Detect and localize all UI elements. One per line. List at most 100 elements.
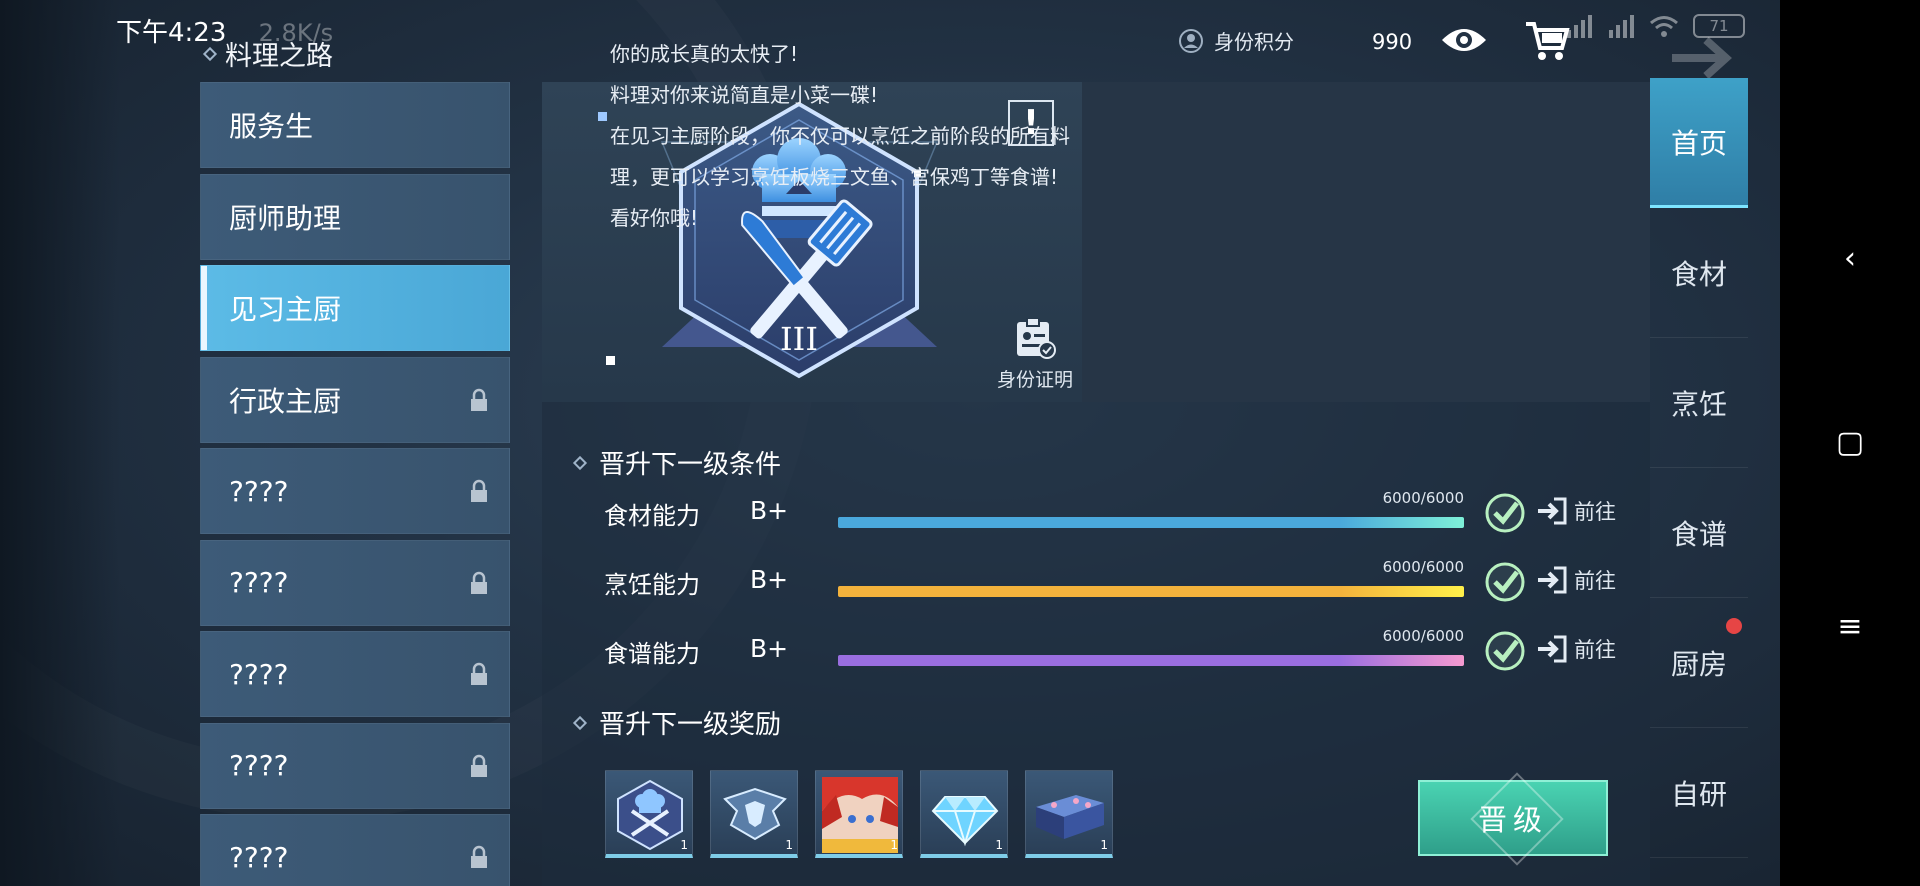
left-shade (0, 0, 120, 886)
rank-label: ???? (229, 474, 289, 508)
rank-item-trainee-chef[interactable]: 见习主厨 (200, 265, 510, 351)
condition-label: 食谱能力 (604, 640, 700, 668)
go-label: 前往 (1574, 569, 1616, 593)
rank-label: ???? (229, 566, 289, 599)
reward-item[interactable]: 1 (920, 770, 1008, 858)
tab-label: 自研 (1670, 777, 1727, 811)
tab-home[interactable]: 首页 (1650, 78, 1748, 208)
identity-label-text: 身份积分 (1214, 30, 1294, 54)
upgrade-button[interactable]: 晋级 (1418, 780, 1608, 856)
diamond-bullet-icon (572, 715, 588, 730)
reward-count: 1 (1100, 838, 1108, 852)
rank-label: ???? (229, 749, 289, 782)
condition-row-recipes: 食谱能力 B+ 6000/6000 前往 (604, 626, 1634, 676)
reward-count: 1 (995, 838, 1003, 852)
rank-description: 你的成长真的太快了! 料理对你来说简直是小菜一碟! 在见习主厨阶段，你不仅可以烹… (570, 34, 1090, 239)
android-nav-bar: ‹ ▢ ≡ (1780, 0, 1920, 886)
reward-item[interactable]: 1 (605, 770, 693, 858)
reward-count: 1 (785, 838, 793, 852)
rank-item-locked[interactable]: ???? (200, 448, 510, 534)
go-label: 前往 (1574, 500, 1616, 524)
diamond-icon (931, 796, 999, 847)
tab-label: 食材 (1670, 257, 1727, 291)
diamond-bullet-icon (202, 46, 218, 61)
description-line: 料理对你来说简直是小菜一碟! (610, 83, 879, 107)
condition-grade: B+ (750, 496, 789, 525)
condition-label: 食材能力 (604, 502, 700, 530)
character-portrait-icon (822, 777, 898, 853)
tab-ingredients[interactable]: 食材 (1650, 208, 1748, 338)
go-button[interactable]: 前往 (1536, 496, 1616, 526)
rank-item-waiter[interactable]: 服务生 (200, 82, 510, 168)
rank-numeral: III (780, 320, 818, 358)
condition-value: 6000/6000 (1382, 627, 1464, 645)
id-card-icon (1017, 317, 1056, 359)
lock-icon (471, 754, 487, 777)
shopping-cart-icon[interactable] (1524, 18, 1570, 64)
rank-label: 见习主厨 (229, 293, 342, 326)
tab-label: 食谱 (1670, 517, 1727, 551)
page-title: 料理之路 (202, 34, 333, 73)
notification-dot (1726, 618, 1742, 634)
menu-icon: ≡ (1837, 608, 1863, 644)
home-button[interactable]: ▢ (1780, 412, 1920, 472)
lock-icon (471, 479, 487, 502)
lock-icon (471, 662, 487, 685)
description-line: 你的成长真的太快了! (610, 42, 799, 66)
id-card-label: 身份证明 (996, 369, 1073, 391)
reward-count: 1 (680, 838, 688, 852)
back-button[interactable]: ‹ (1780, 228, 1920, 288)
rank-list: 服务生 厨师助理 见习主厨 行政主厨 ???? ???? ???? ???? ?… (200, 82, 510, 886)
rank-label: 行政主厨 (229, 384, 342, 418)
go-button[interactable]: 前往 (1536, 634, 1616, 664)
description-area (1082, 82, 1650, 402)
tab-kitchen[interactable]: 厨房 (1650, 598, 1748, 728)
go-label: 前往 (1574, 638, 1616, 662)
go-button[interactable]: 前往 (1536, 565, 1616, 595)
rank-item-locked[interactable]: ???? (200, 631, 510, 717)
description-line: 在见习主厨阶段，你不仅可以烹饪之前阶段的所有料理，更可以学习烹饪板烧三文鱼、宫保… (610, 124, 1070, 189)
bento-box-icon (1036, 795, 1104, 839)
rank-label: 服务生 (229, 110, 314, 143)
rank-label: 厨师助理 (229, 201, 342, 235)
check-circle-icon (1485, 562, 1525, 602)
description-line: 看好你哦! (610, 206, 699, 230)
identity-score-value: 990 (1372, 30, 1413, 54)
condition-row-ingredients: 食材能力 B+ 6000/6000 前往 (604, 488, 1634, 538)
conditions-title-text: 晋升下一级条件 (599, 450, 782, 480)
tab-recipes[interactable]: 食谱 (1650, 468, 1748, 598)
tab-label: 厨房 (1670, 647, 1727, 681)
rewards-title: 晋升下一级奖励 (572, 704, 781, 741)
rank-item-locked[interactable]: ???? (200, 539, 510, 626)
upgrade-label: 晋级 (1477, 803, 1548, 837)
right-tab-bar: 首页 食材 烹饪 食谱 厨房 自研 (1650, 78, 1748, 858)
lock-icon (471, 388, 487, 411)
reward-list: 1 1 1 1 1 (605, 770, 1113, 858)
rank-label: ???? (229, 840, 289, 874)
condition-value: 6000/6000 (1382, 558, 1464, 576)
tab-label: 烹饪 (1670, 387, 1727, 421)
rank-label: ???? (229, 657, 289, 691)
menu-button[interactable]: ≡ (1780, 596, 1920, 656)
reward-item[interactable]: 1 (815, 770, 903, 858)
tab-cooking[interactable]: 烹饪 (1650, 338, 1748, 468)
rank-item-executive-chef[interactable]: 行政主厨 (200, 356, 510, 443)
chef-badge-icon (617, 779, 683, 851)
condition-progress-bar (838, 517, 1464, 528)
tab-research[interactable]: 自研 (1650, 728, 1748, 858)
eye-icon[interactable] (1440, 20, 1488, 60)
page-title-text: 料理之路 (225, 41, 333, 72)
game-screen: 下午4:23 2.8K/s 71 料理之路 身份积分 990 服务生 厨师助理 … (0, 0, 1780, 886)
id-card-button[interactable]: 身份证明 (990, 317, 1080, 392)
identity-score-label: 身份积分 (1178, 26, 1294, 55)
reward-count: 1 (890, 838, 898, 852)
emblem-icon (723, 787, 787, 841)
rank-item-locked[interactable]: ???? (200, 814, 510, 886)
enter-arrow-icon (1538, 566, 1567, 594)
tab-label: 首页 (1670, 126, 1727, 160)
rank-item-locked[interactable]: ???? (200, 722, 510, 809)
reward-item[interactable]: 1 (710, 770, 798, 858)
rank-item-assistant[interactable]: 厨师助理 (200, 173, 510, 260)
reward-item[interactable]: 1 (1025, 770, 1113, 858)
user-badge-icon (1179, 28, 1203, 53)
